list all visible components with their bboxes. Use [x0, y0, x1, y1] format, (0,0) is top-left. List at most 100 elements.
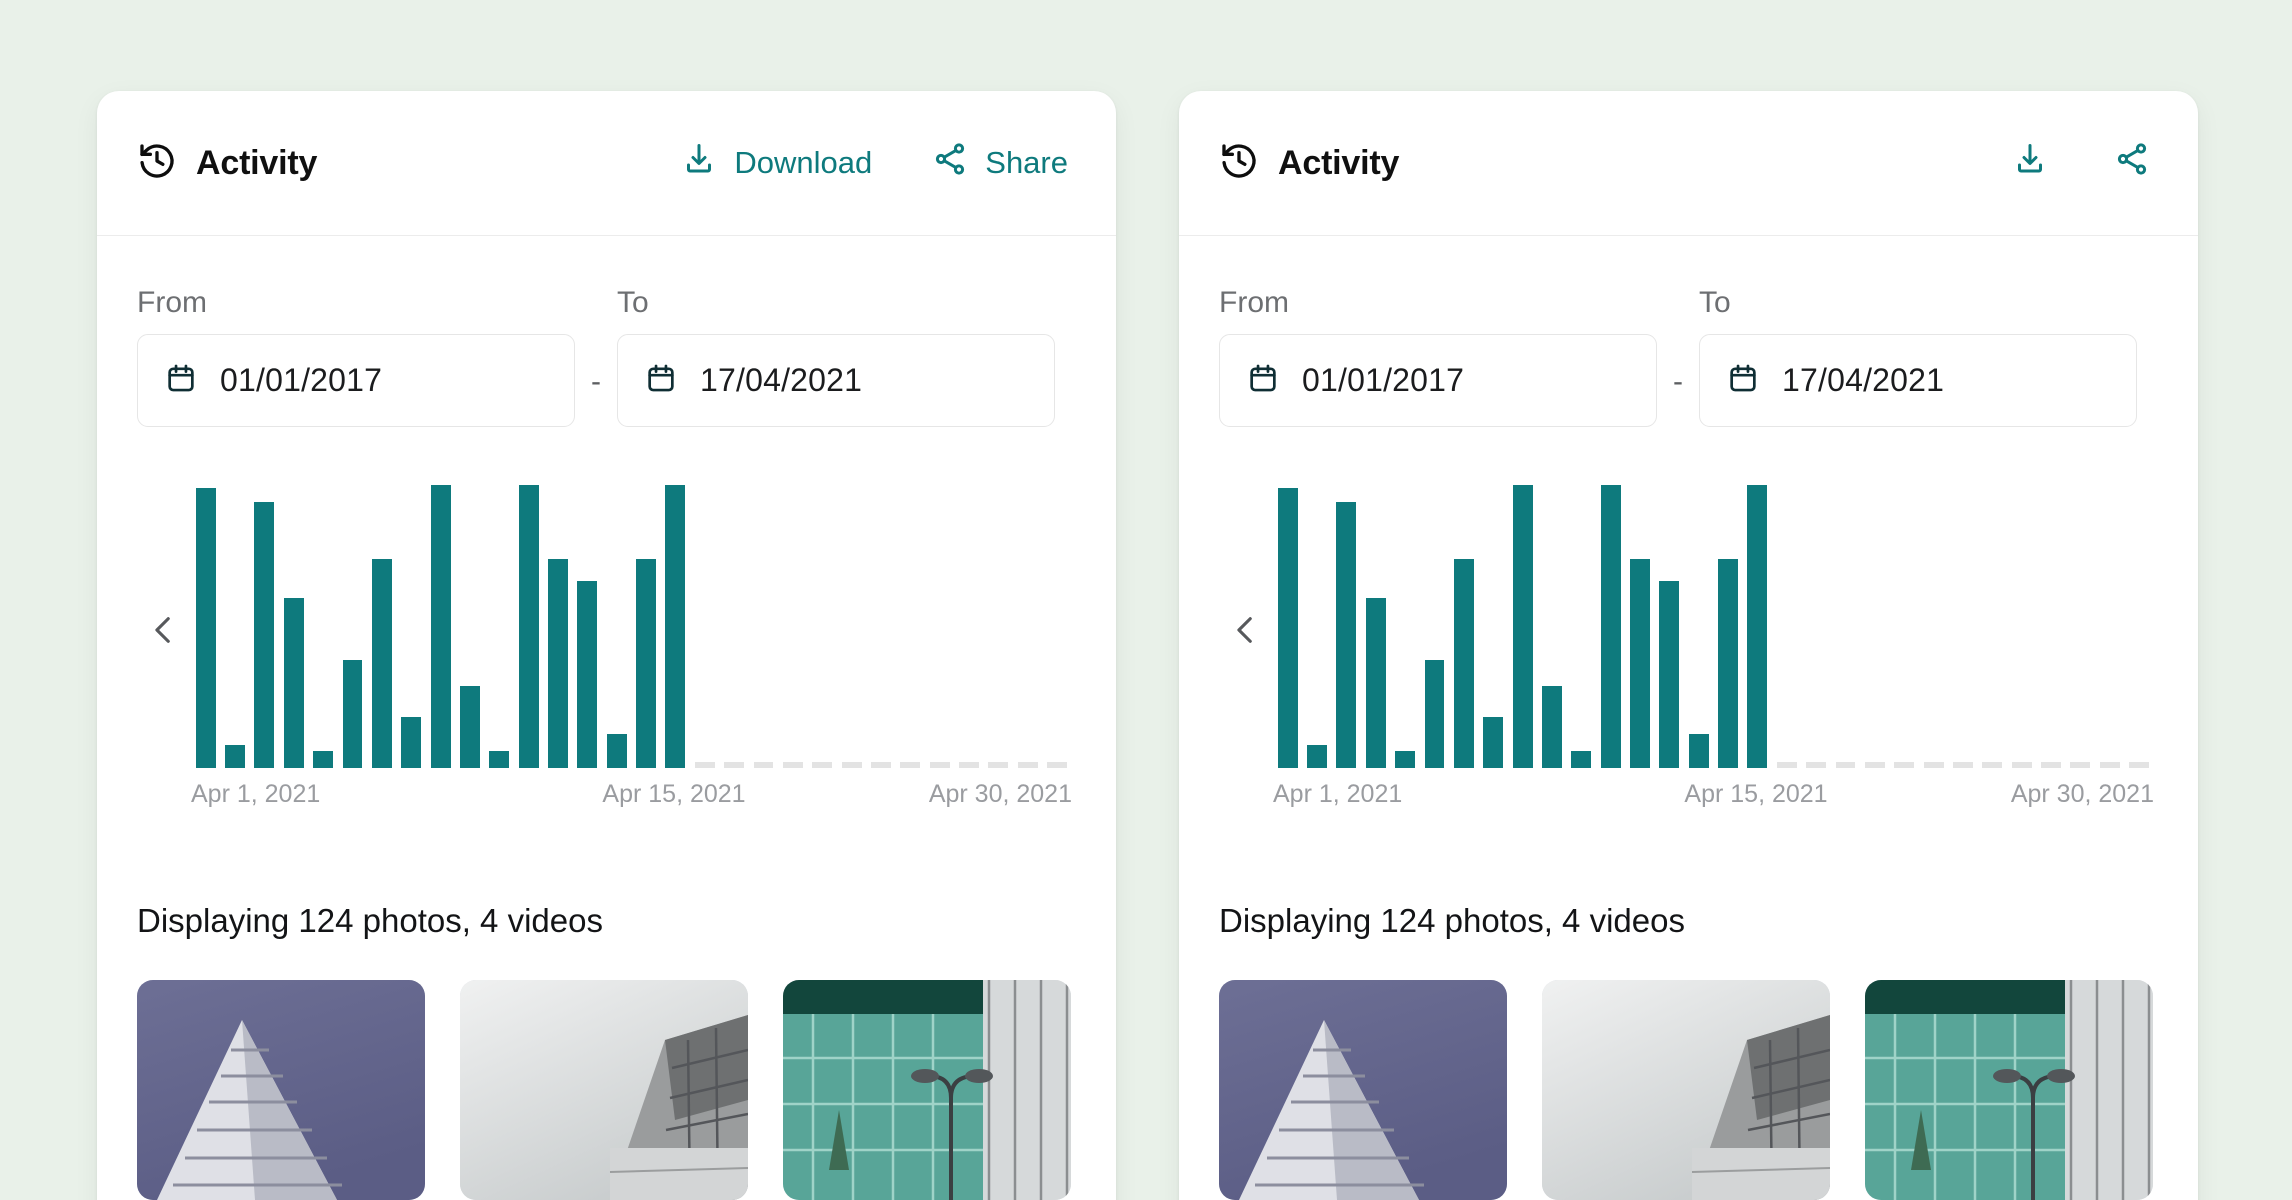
bar-slot[interactable]: [896, 485, 925, 768]
bar-empty[interactable]: [2070, 762, 2091, 768]
bar[interactable]: [1571, 751, 1592, 768]
bar-slot[interactable]: [631, 485, 660, 768]
bar-slot[interactable]: [925, 485, 954, 768]
share-button[interactable]: Share: [2110, 135, 2154, 191]
bar-empty[interactable]: [929, 762, 950, 768]
bar-empty[interactable]: [870, 762, 891, 768]
bar[interactable]: [401, 717, 422, 768]
bar-slot[interactable]: [602, 485, 631, 768]
bar[interactable]: [606, 734, 627, 768]
bar[interactable]: [1395, 751, 1416, 768]
bar[interactable]: [195, 487, 216, 768]
bar-empty[interactable]: [1952, 762, 1973, 768]
photo-thumb-2[interactable]: [460, 980, 748, 1200]
download-button[interactable]: Download: [2008, 135, 2052, 191]
bar-empty[interactable]: [900, 762, 921, 768]
bar-empty[interactable]: [753, 762, 774, 768]
bar-slot[interactable]: [1013, 485, 1042, 768]
chart-prev-button[interactable]: [137, 485, 191, 824]
bar[interactable]: [1630, 558, 1650, 768]
bar[interactable]: [636, 558, 657, 768]
bar[interactable]: [1718, 558, 1739, 768]
bar-slot[interactable]: [367, 485, 396, 768]
bar-slot[interactable]: [2124, 485, 2153, 768]
chart-prev-button[interactable]: [1219, 485, 1273, 824]
bar[interactable]: [1424, 660, 1445, 768]
bar-slot[interactable]: [719, 485, 748, 768]
bar-empty[interactable]: [1864, 762, 1885, 768]
bar-empty[interactable]: [724, 762, 745, 768]
bar-slot[interactable]: [661, 485, 690, 768]
bar-slot[interactable]: [338, 485, 367, 768]
bar-slot[interactable]: [1831, 485, 1860, 768]
bar[interactable]: [1483, 717, 1504, 768]
bar-slot[interactable]: [250, 485, 279, 768]
bar-empty[interactable]: [988, 762, 1009, 768]
bar[interactable]: [489, 751, 510, 768]
bar-slot[interactable]: [279, 485, 308, 768]
bar[interactable]: [1277, 487, 1298, 768]
bar[interactable]: [1336, 501, 1357, 768]
bar-empty[interactable]: [959, 762, 979, 768]
bar[interactable]: [1600, 485, 1621, 768]
bar-slot[interactable]: [1596, 485, 1625, 768]
bar[interactable]: [1688, 734, 1709, 768]
bar-empty[interactable]: [1776, 762, 1797, 768]
bar-slot[interactable]: [866, 485, 895, 768]
bar-slot[interactable]: [220, 485, 249, 768]
bar-empty[interactable]: [1017, 762, 1038, 768]
bar[interactable]: [371, 558, 392, 768]
bar-slot[interactable]: [1948, 485, 1977, 768]
bar-slot[interactable]: [1684, 485, 1713, 768]
bar[interactable]: [1512, 485, 1533, 768]
bar-slot[interactable]: [749, 485, 778, 768]
bar[interactable]: [283, 598, 304, 768]
bar-slot[interactable]: [426, 485, 455, 768]
bar[interactable]: [254, 501, 275, 768]
bar[interactable]: [665, 485, 686, 768]
bar[interactable]: [459, 685, 480, 768]
bar-slot[interactable]: [191, 485, 220, 768]
bar-slot[interactable]: [1042, 485, 1071, 768]
photo-thumb-3[interactable]: [1865, 980, 2153, 1200]
photo-thumb-2[interactable]: [1542, 980, 1830, 1200]
bar-slot[interactable]: [397, 485, 426, 768]
bar-slot[interactable]: [1919, 485, 1948, 768]
bar-slot[interactable]: [1537, 485, 1566, 768]
bar-slot[interactable]: [2036, 485, 2065, 768]
bar-slot[interactable]: [2007, 485, 2036, 768]
bar-slot[interactable]: [690, 485, 719, 768]
bar-slot[interactable]: [1713, 485, 1742, 768]
bar-slot[interactable]: [1390, 485, 1419, 768]
bar-slot[interactable]: [1567, 485, 1596, 768]
bar-slot[interactable]: [1890, 485, 1919, 768]
bar-slot[interactable]: [1508, 485, 1537, 768]
bar-empty[interactable]: [1835, 762, 1856, 768]
bar-empty[interactable]: [1806, 762, 1827, 768]
bar-empty[interactable]: [1982, 762, 2003, 768]
bar[interactable]: [518, 485, 539, 768]
bar[interactable]: [1541, 685, 1562, 768]
bar[interactable]: [1307, 745, 1328, 768]
bar[interactable]: [225, 745, 246, 768]
to-input[interactable]: 17/04/2021: [617, 334, 1055, 427]
bar-slot[interactable]: [455, 485, 484, 768]
bar-empty[interactable]: [2011, 762, 2032, 768]
bar-slot[interactable]: [2066, 485, 2095, 768]
bar-slot[interactable]: [543, 485, 572, 768]
bar-empty[interactable]: [1923, 762, 1944, 768]
bar-empty[interactable]: [782, 762, 803, 768]
bar[interactable]: [430, 485, 451, 768]
bar-empty[interactable]: [694, 762, 715, 768]
from-input[interactable]: 01/01/2017: [137, 334, 575, 427]
bar-slot[interactable]: [1860, 485, 1889, 768]
photo-thumb-1[interactable]: [1219, 980, 1507, 1200]
bar-slot[interactable]: [984, 485, 1013, 768]
bar[interactable]: [342, 660, 363, 768]
bar-slot[interactable]: [485, 485, 514, 768]
bar-slot[interactable]: [2095, 485, 2124, 768]
bar[interactable]: [313, 751, 334, 768]
bar-empty[interactable]: [2129, 762, 2150, 768]
bar-slot[interactable]: [1772, 485, 1801, 768]
to-input[interactable]: 17/04/2021: [1699, 334, 2137, 427]
